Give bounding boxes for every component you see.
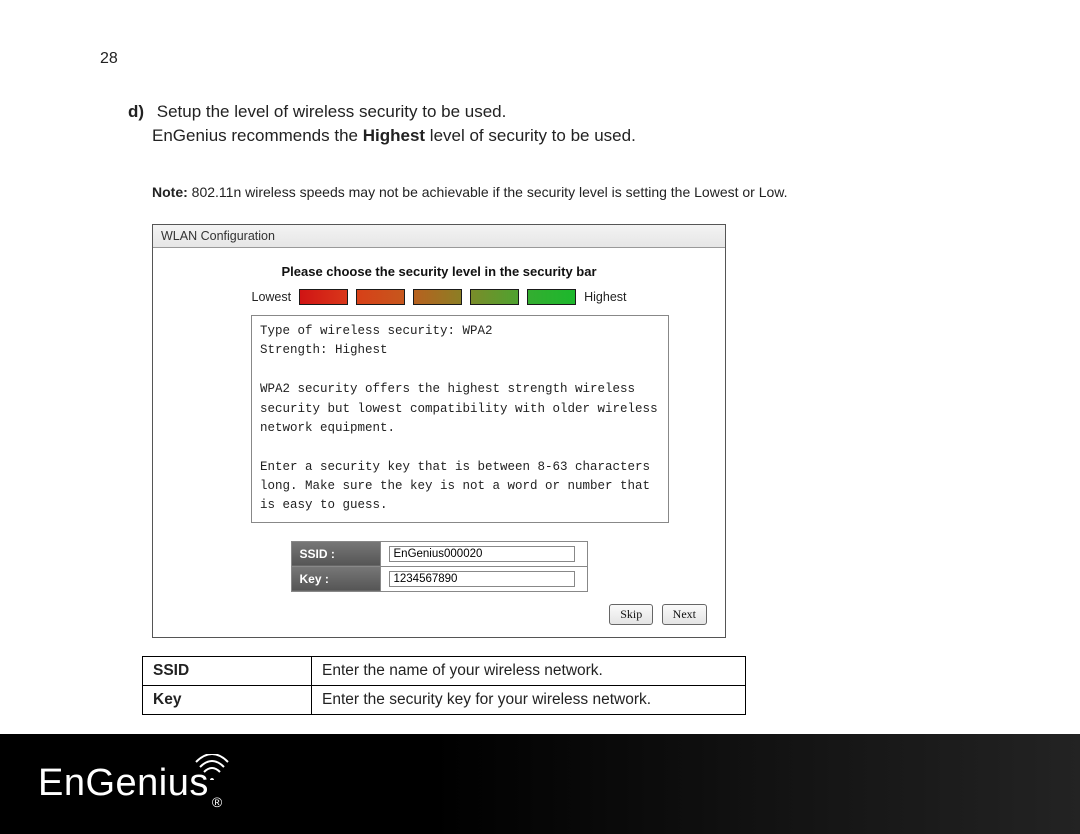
desc-text-1: Enter the security key for your wireless… — [312, 685, 746, 714]
key-input[interactable] — [389, 571, 575, 587]
brand-text: EnGenius — [38, 762, 209, 805]
table-row: SSID Enter the name of your wireless net… — [143, 656, 746, 685]
note-text: 802.11n wireless speeds may not be achie… — [188, 184, 788, 200]
step-line-2-pre: EnGenius recommends the — [152, 126, 363, 145]
wlan-config-panel: WLAN Configuration Please choose the sec… — [152, 224, 726, 638]
security-bar: Lowest Highest — [165, 289, 713, 305]
lowest-label: Lowest — [252, 290, 292, 304]
ssid-label: SSID : — [291, 541, 380, 566]
step-line-1: Setup the level of wireless security to … — [157, 102, 507, 121]
credentials-table: SSID : Key : — [291, 541, 588, 592]
brand-logo: EnGenius ® — [38, 762, 219, 805]
security-info-box: Type of wireless security: WPA2 Strength… — [251, 315, 669, 523]
note-label: Note: — [152, 184, 188, 200]
security-level-2[interactable] — [356, 289, 405, 305]
ssid-input[interactable] — [389, 546, 575, 562]
panel-title: WLAN Configuration — [153, 225, 725, 248]
security-level-1[interactable] — [299, 289, 348, 305]
page-number: 28 — [100, 50, 990, 68]
step-letter: d) — [128, 102, 152, 122]
wifi-icon — [192, 754, 232, 785]
next-button[interactable]: Next — [662, 604, 707, 625]
description-table: SSID Enter the name of your wireless net… — [142, 656, 746, 715]
table-row: Key Enter the security key for your wire… — [143, 685, 746, 714]
key-label: Key : — [291, 566, 380, 591]
step-line-2: EnGenius recommends the Highest level of… — [152, 126, 990, 146]
registered-icon: ® — [212, 794, 222, 810]
highest-label: Highest — [584, 290, 626, 304]
note: Note: 802.11n wireless speeds may not be… — [152, 184, 990, 200]
security-level-4[interactable] — [470, 289, 519, 305]
desc-name-0: SSID — [143, 656, 312, 685]
step-line-2-post: level of security to be used. — [425, 126, 636, 145]
desc-text-0: Enter the name of your wireless network. — [312, 656, 746, 685]
footer: EnGenius ® — [0, 734, 1080, 834]
step-d: d) Setup the level of wireless security … — [128, 102, 990, 122]
skip-button[interactable]: Skip — [609, 604, 653, 625]
desc-name-1: Key — [143, 685, 312, 714]
panel-heading: Please choose the security level in the … — [165, 264, 713, 279]
security-level-5[interactable] — [527, 289, 576, 305]
step-line-2-strong: Highest — [363, 126, 425, 145]
security-level-3[interactable] — [413, 289, 462, 305]
